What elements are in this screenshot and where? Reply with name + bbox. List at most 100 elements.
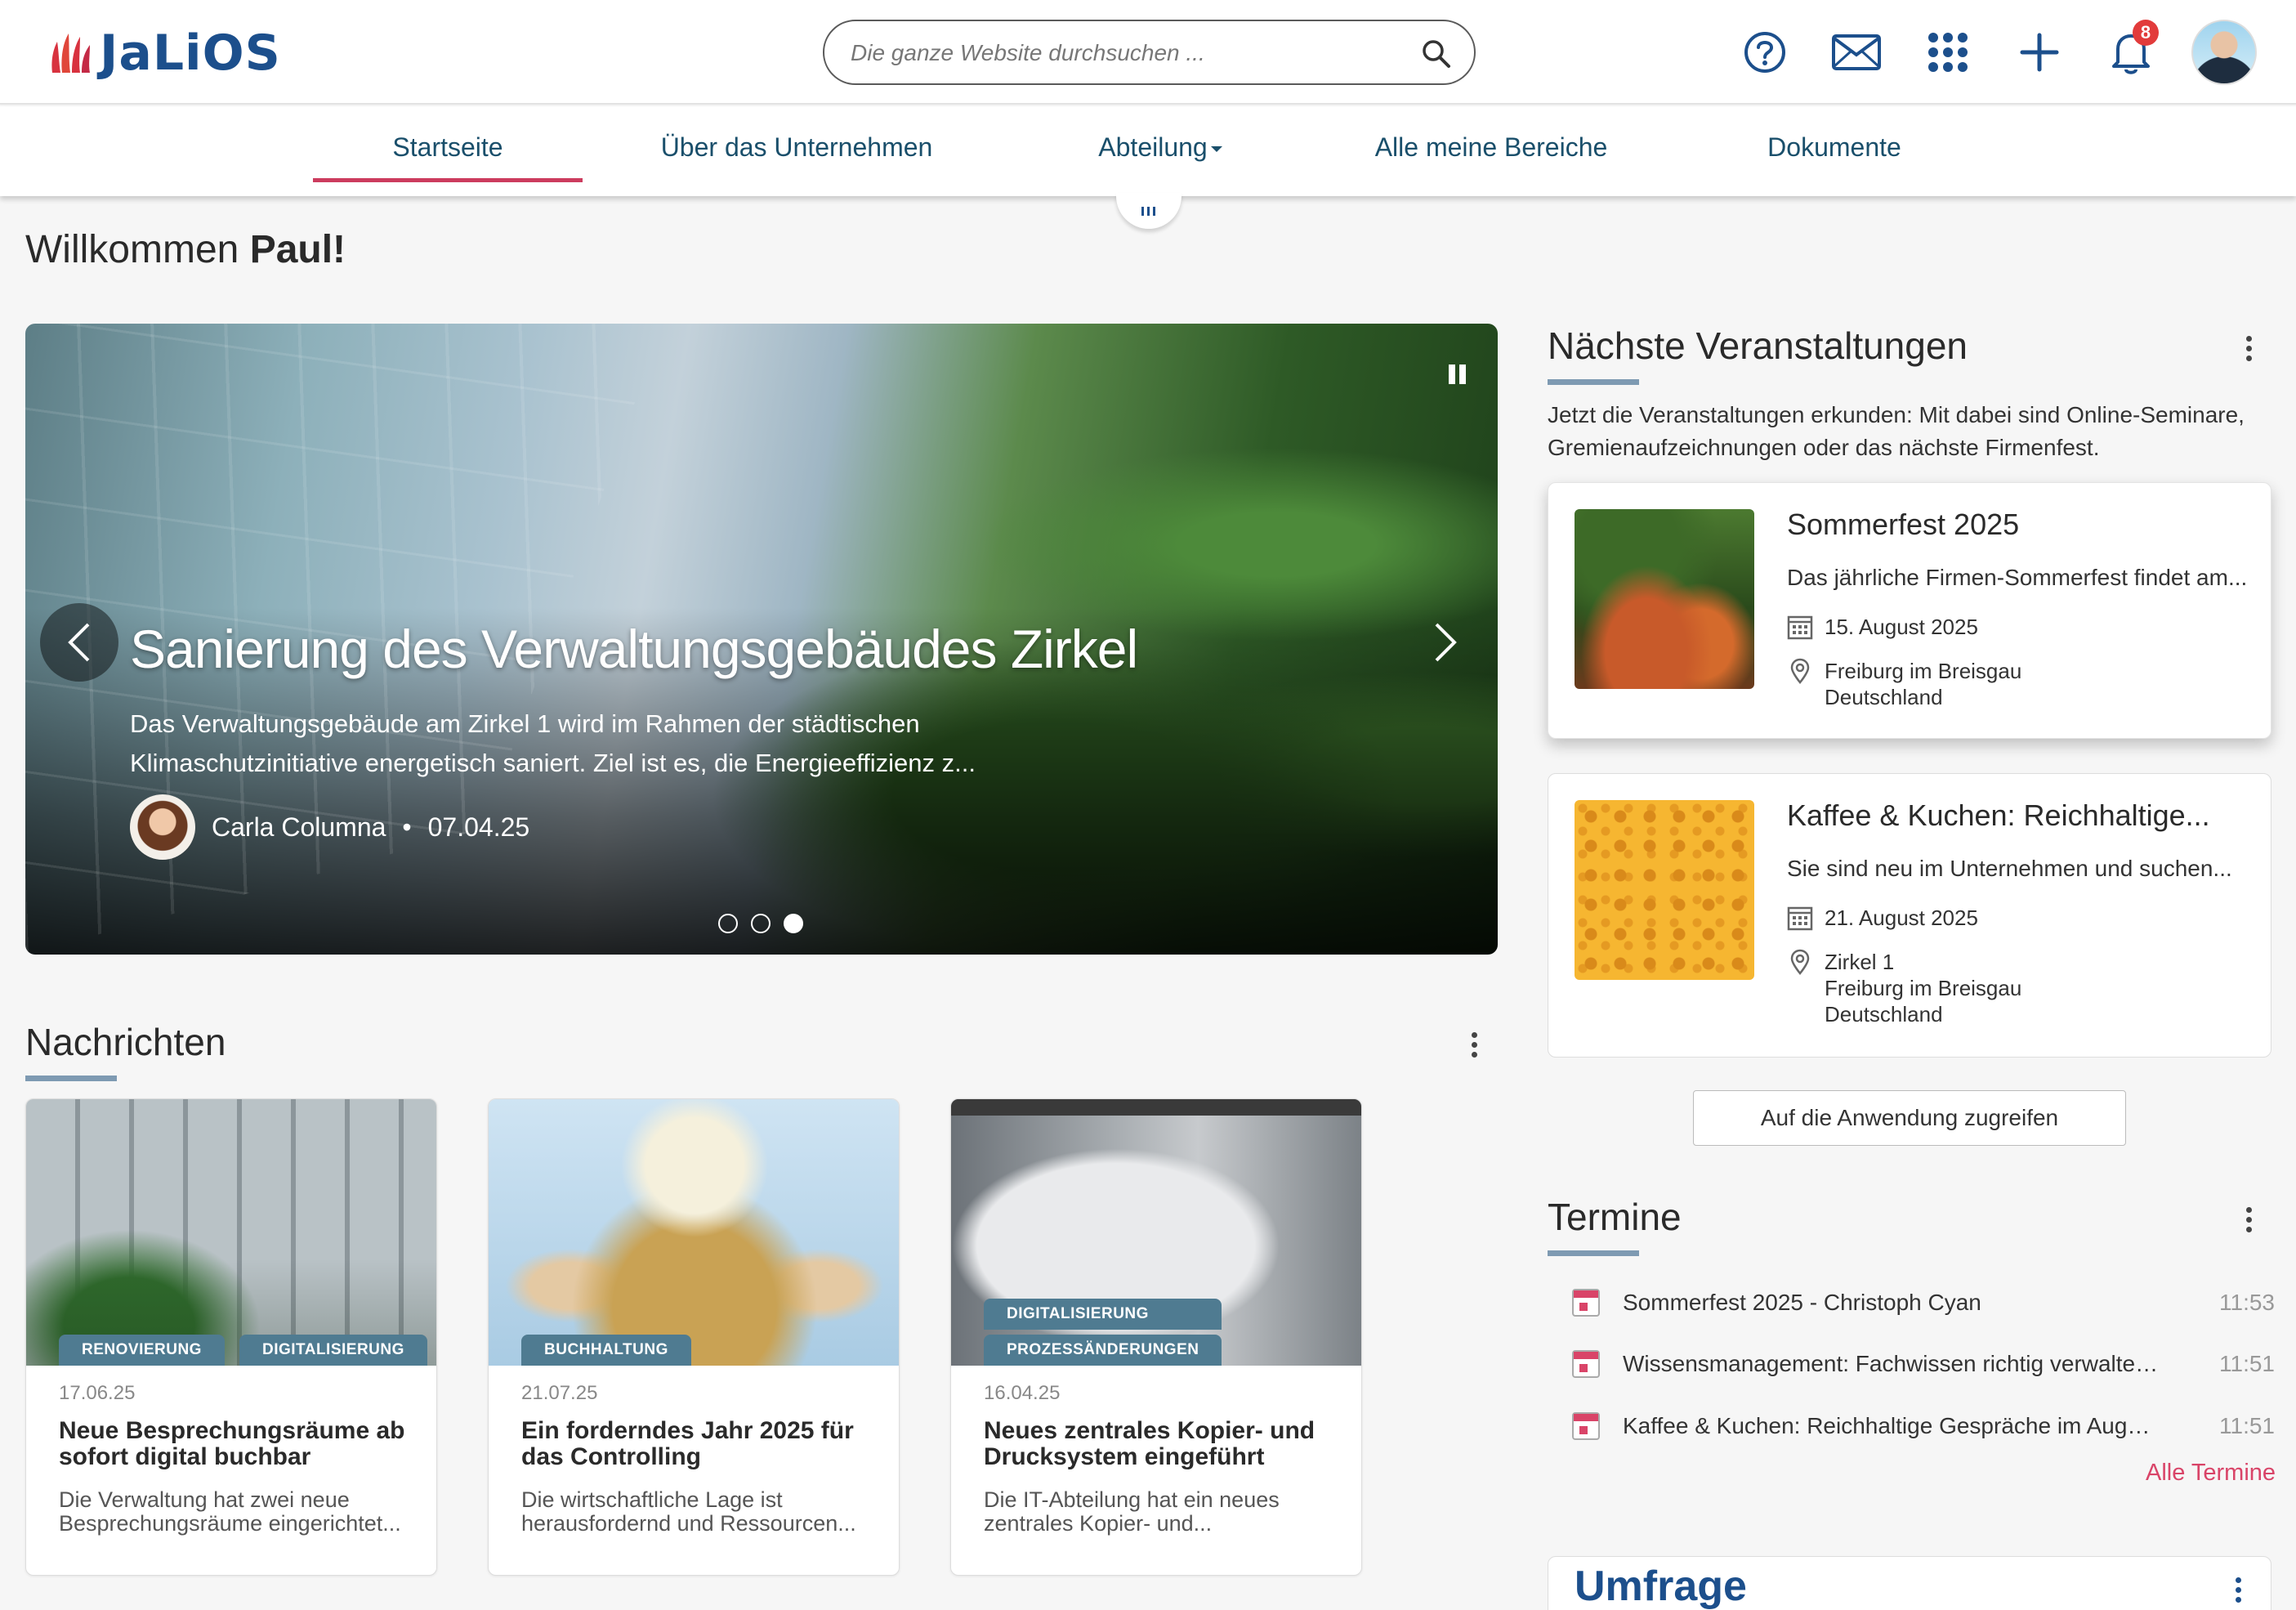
welcome-heading: Willkommen Paul! [25,227,346,272]
news-card[interactable]: DIGITALISIERUNG PROZESSÄNDERUNGEN 16.04.… [950,1098,1362,1576]
event-description: Sie sind neu im Unternehmen und suchen..… [1787,856,2232,881]
news-card-title[interactable]: Ein forderndes Jahr 2025 für das Control… [521,1418,881,1470]
events-kebab-menu-icon[interactable] [2240,332,2257,364]
termin-item[interactable]: Wissensmanagement: Fachwissen richtig ve… [1572,1344,2275,1384]
nav-alle-meine-bereiche[interactable]: Alle meine Bereiche [1356,132,1626,163]
author-name[interactable]: Carla Columna [212,812,386,843]
event-date-row: 21. August 2025 [1787,905,1978,931]
access-application-button[interactable]: Auf die Anwendung zugreifen [1693,1090,2126,1146]
author-avatar[interactable] [130,794,195,860]
event-location-line: Freiburg im Breisgau [1825,976,2022,1000]
all-appointments-link[interactable]: Alle Termine [2146,1460,2276,1487]
news-card[interactable]: BUCHHALTUNG 21.07.25 Ein forderndes Jahr… [488,1098,900,1576]
event-location-line: Deutschland [1825,1002,1943,1026]
termin-title[interactable]: Wissensmanagement: Fachwissen richtig ve… [1623,1351,2162,1377]
apps-grid-icon [1928,33,1968,72]
hero-byline: Carla Columna • 07.04.25 [130,794,529,860]
termin-item[interactable]: Sommerfest 2025 - Christoph Cyan 11:53 [1572,1282,2275,1323]
event-image [1575,509,1754,689]
hero-title[interactable]: Sanierung des Verwaltungsgebäudes Zirkel [130,618,1138,680]
news-card-title[interactable]: Neue Besprechungsräume ab sofort digital… [59,1418,418,1470]
notification-badge: 8 [2133,20,2159,46]
location-pin-icon [1790,949,1810,975]
tag-badge[interactable]: DIGITALISIERUNG [984,1299,1222,1330]
search-box [823,20,1476,85]
calendar-event-icon [1572,1289,1600,1317]
hero-date: 07.04.25 [427,812,530,842]
apps-button[interactable] [1915,20,1981,85]
news-card-image: DIGITALISIERUNG PROZESSÄNDERUNGEN [951,1099,1361,1366]
nav-abteilung[interactable]: Abteilung [1062,132,1258,163]
create-button[interactable] [2007,20,2072,85]
tag-badge[interactable]: RENOVIERUNG [59,1335,225,1366]
nav-startseite[interactable]: Startseite [313,132,583,163]
survey-title: Umfrage [1575,1563,1747,1610]
nav-ueber-das-unternehmen[interactable]: Über das Unternehmen [645,132,948,163]
event-description: Das jährliche Firmen-Sommerfest findet a… [1787,565,2248,590]
welcome-name: Paul! [249,228,346,271]
event-date: 15. August 2025 [1825,615,1978,639]
event-date: 21. August 2025 [1825,906,1978,930]
byline-separator: • [402,812,412,842]
event-image [1575,800,1754,980]
notifications-button[interactable]: 8 [2098,20,2164,85]
termin-item[interactable]: Kaffee & Kuchen: Reichhaltige Gespräche … [1572,1406,2275,1447]
termin-title[interactable]: Kaffee & Kuchen: Reichhaltige Gespräche … [1623,1413,2162,1439]
plus-icon [2020,33,2059,72]
user-avatar[interactable] [2191,20,2257,85]
tag-badge[interactable]: BUCHHALTUNG [521,1335,691,1366]
news-kebab-menu-icon[interactable] [1466,1028,1482,1061]
news-card-image: RENOVIERUNG DIGITALISIERUNG [26,1099,436,1366]
event-location-line: Freiburg im Breisgau [1825,659,2022,683]
events-intro: Jetzt die Veranstaltungen erkunden: Mit … [1548,402,2245,460]
event-title[interactable]: Kaffee & Kuchen: Reichhaltige... [1787,798,2210,833]
news-card-excerpt: Die wirtschaftliche Lage ist herausforde… [521,1487,856,1536]
survey-widget: Umfrage [1548,1556,2271,1610]
section-underline [25,1076,117,1081]
survey-kebab-menu-icon[interactable] [2230,1573,2246,1606]
news-section-title: Nachrichten [25,1021,226,1063]
news-card-image: BUCHHALTUNG [489,1099,899,1366]
event-location-line: Zirkel 1 [1825,950,1895,974]
hero-summary: Das Verwaltungsgebäude am Zirkel 1 wird … [130,709,976,777]
search-icon[interactable] [1420,38,1453,70]
event-title[interactable]: Sommerfest 2025 [1787,508,2019,542]
news-card[interactable]: RENOVIERUNG DIGITALISIERUNG 17.06.25 Neu… [25,1098,437,1576]
section-underline [1548,379,1639,385]
news-card-tags: RENOVIERUNG DIGITALISIERUNG [59,1335,427,1366]
event-location-row: Freiburg im Breisgau Deutschland [1787,658,2021,710]
chevron-left-icon [68,623,90,662]
carousel-dot-active[interactable] [784,914,803,933]
tag-badge[interactable]: DIGITALISIERUNG [239,1335,427,1366]
news-card-date: 16.04.25 [984,1382,1061,1404]
jalios-logo[interactable]: JaLiOS [47,25,281,82]
nav-dokumente[interactable]: Dokumente [1740,132,1928,163]
mail-button[interactable] [1824,20,1889,85]
help-button[interactable] [1732,20,1798,85]
event-card[interactable]: Kaffee & Kuchen: Reichhaltige... Sie sin… [1548,773,2271,1058]
event-date-row: 15. August 2025 [1787,614,1978,640]
search-input[interactable] [851,36,1406,70]
location-pin-icon [1790,658,1810,684]
help-icon [1744,32,1785,73]
carousel-prev-button[interactable] [40,603,118,682]
news-card-excerpt: Die Verwaltung hat zwei neue Besprechung… [59,1487,401,1536]
event-card[interactable]: Sommerfest 2025 Das jährliche Firmen-Som… [1548,482,2271,739]
logo-flame-icon [51,34,90,73]
carousel-dots [718,914,803,933]
nav-abteilung-label: Abteilung [1098,132,1208,162]
news-card-title[interactable]: Neues zentrales Kopier- und Drucksystem … [984,1418,1343,1470]
tag-badge[interactable]: PROZESSÄNDERUNGEN [984,1335,1222,1366]
carousel-dot[interactable] [718,914,738,933]
collapse-nav-toggle[interactable] [1116,193,1182,229]
calendar-event-icon [1572,1350,1600,1378]
carousel-next-button[interactable] [1406,603,1485,682]
carousel-dot[interactable] [751,914,771,933]
termin-title[interactable]: Sommerfest 2025 - Christoph Cyan [1623,1290,2162,1316]
section-underline [1548,1250,1639,1256]
news-card-tags: DIGITALISIERUNG PROZESSÄNDERUNGEN [984,1299,1222,1366]
termine-kebab-menu-icon[interactable] [2240,1203,2257,1236]
news-card-tags: BUCHHALTUNG [521,1335,691,1366]
pause-button[interactable] [1441,358,1473,391]
hero-carousel[interactable]: Sanierung des Verwaltungsgebäudes Zirkel… [25,324,1498,955]
